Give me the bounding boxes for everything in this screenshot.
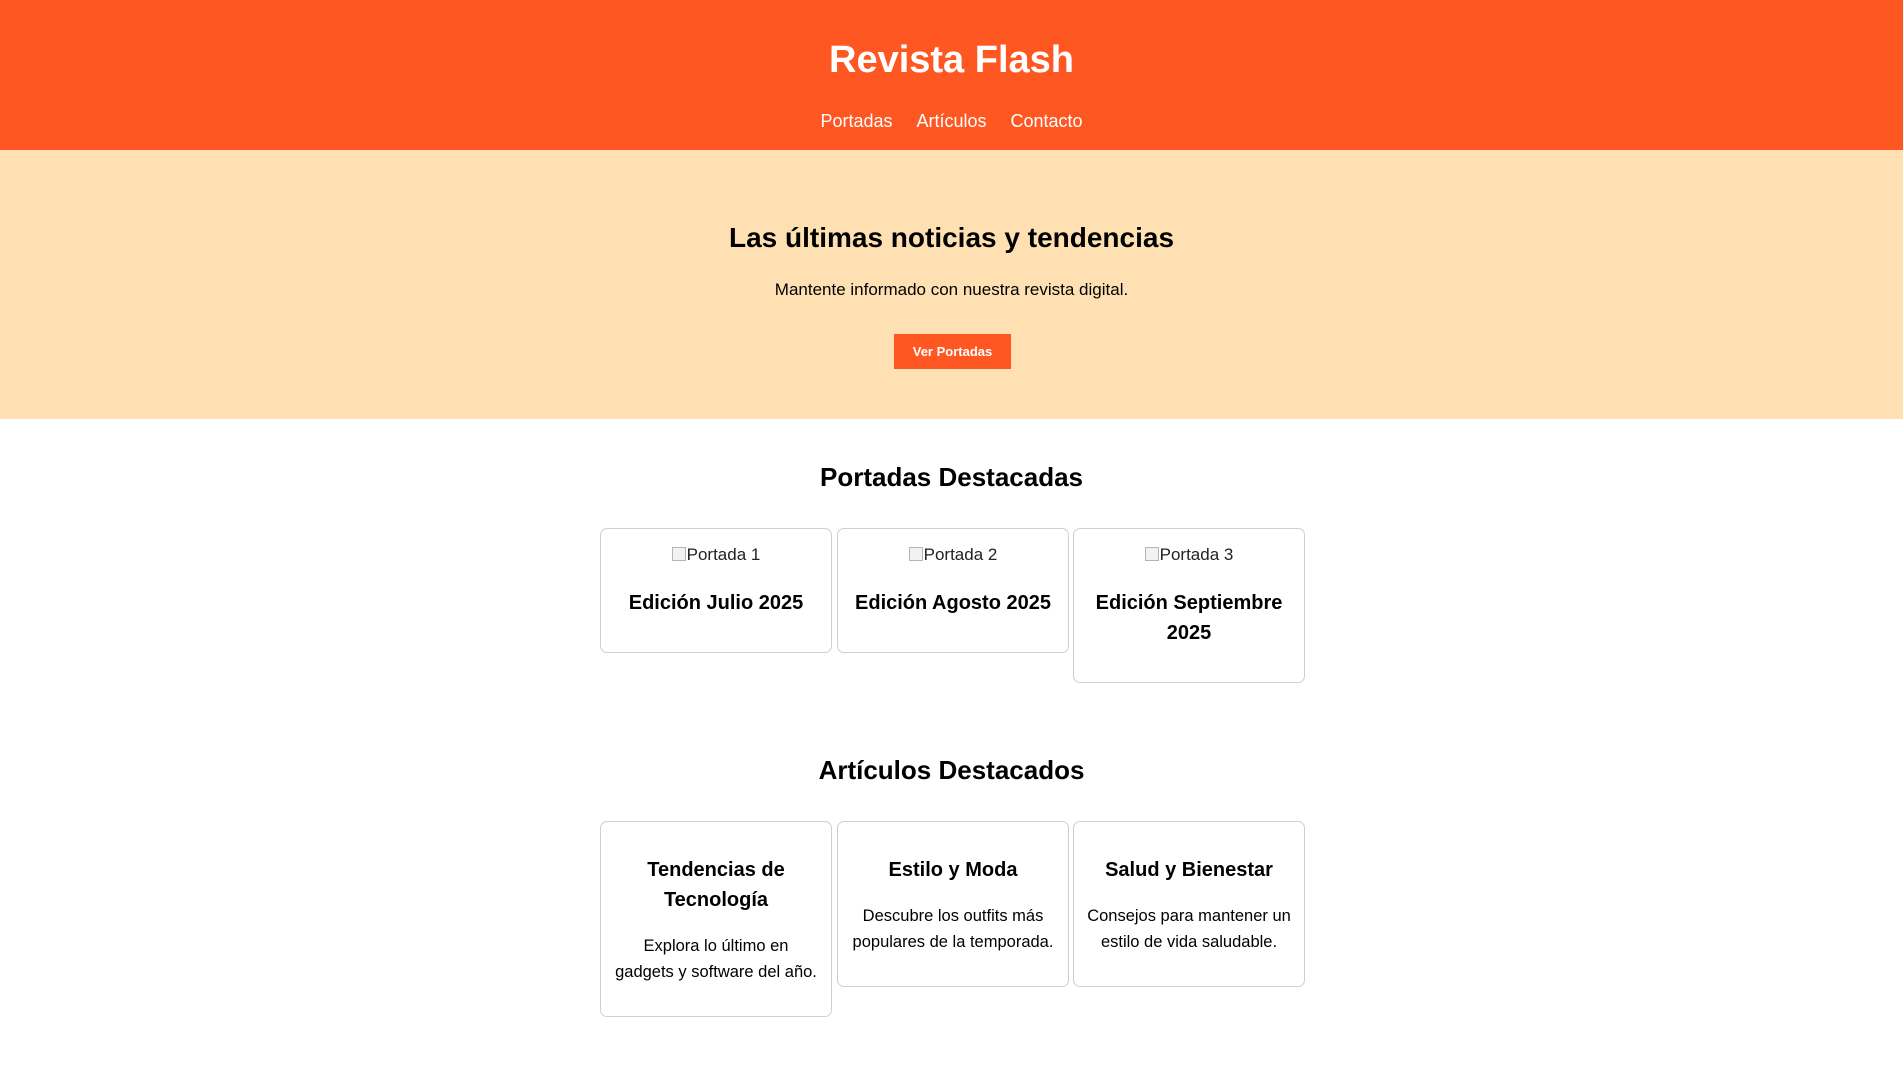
broken-image-icon <box>671 547 686 561</box>
cover-title: Edición Julio 2025 <box>628 592 804 614</box>
article-description: Explora lo último en gadgets y software … <box>615 937 817 981</box>
nav-link-articulos[interactable]: Artículos <box>916 110 986 132</box>
cover-title: Edición Septiembre 2025 <box>1095 592 1283 644</box>
article-description: Descubre los outfits más populares de la… <box>852 907 1054 951</box>
cover-image: Portada 3 <box>1074 544 1304 566</box>
cover-image-alt: Portada 1 <box>686 545 761 564</box>
article-title: Tendencias de Tecnología <box>647 859 785 911</box>
article-title: Salud y Bienestar <box>1105 859 1273 881</box>
broken-image-icon <box>1144 547 1159 561</box>
cover-card[interactable]: Portada 1 Edición Julio 2025 <box>600 528 832 653</box>
cover-image-alt: Portada 2 <box>923 545 998 564</box>
ver-portadas-button[interactable]: Ver Portadas <box>894 334 1011 369</box>
articles-section-title: Artículos Destacados <box>818 755 1085 785</box>
site-title: Revista Flash <box>829 39 1074 81</box>
hero-title: Las últimas noticias y tendencias <box>728 222 1175 253</box>
cover-image: Portada 2 <box>838 544 1068 566</box>
broken-image-icon <box>908 547 923 561</box>
hero-subtitle: Mantente informado con nuestra revista d… <box>774 280 1129 299</box>
article-card[interactable]: Salud y Bienestar Consejos para mantener… <box>1073 821 1305 987</box>
cover-card[interactable]: Portada 3 Edición Septiembre 2025 <box>1073 528 1305 683</box>
article-title: Estilo y Moda <box>888 859 1018 881</box>
site-header: Revista Flash Portadas Artículos Contact… <box>0 0 1903 150</box>
cover-image: Portada 1 <box>601 544 831 566</box>
nav-link-portadas[interactable]: Portadas <box>820 110 892 132</box>
covers-section-title: Portadas Destacadas <box>819 462 1084 492</box>
article-description: Consejos para mantener un estilo de vida… <box>1087 907 1291 951</box>
cover-title: Edición Agosto 2025 <box>855 592 1051 614</box>
article-card[interactable]: Estilo y Moda Descubre los outfits más p… <box>837 821 1069 987</box>
article-card[interactable]: Tendencias de Tecnología Explora lo últi… <box>600 821 832 1017</box>
main-nav: Portadas Artículos Contacto <box>0 110 1903 132</box>
nav-link-contacto[interactable]: Contacto <box>1011 110 1083 132</box>
cover-card[interactable]: Portada 2 Edición Agosto 2025 <box>837 528 1069 653</box>
hero-section: Las últimas noticias y tendencias Manten… <box>0 150 1903 419</box>
cover-image-alt: Portada 3 <box>1159 545 1234 564</box>
